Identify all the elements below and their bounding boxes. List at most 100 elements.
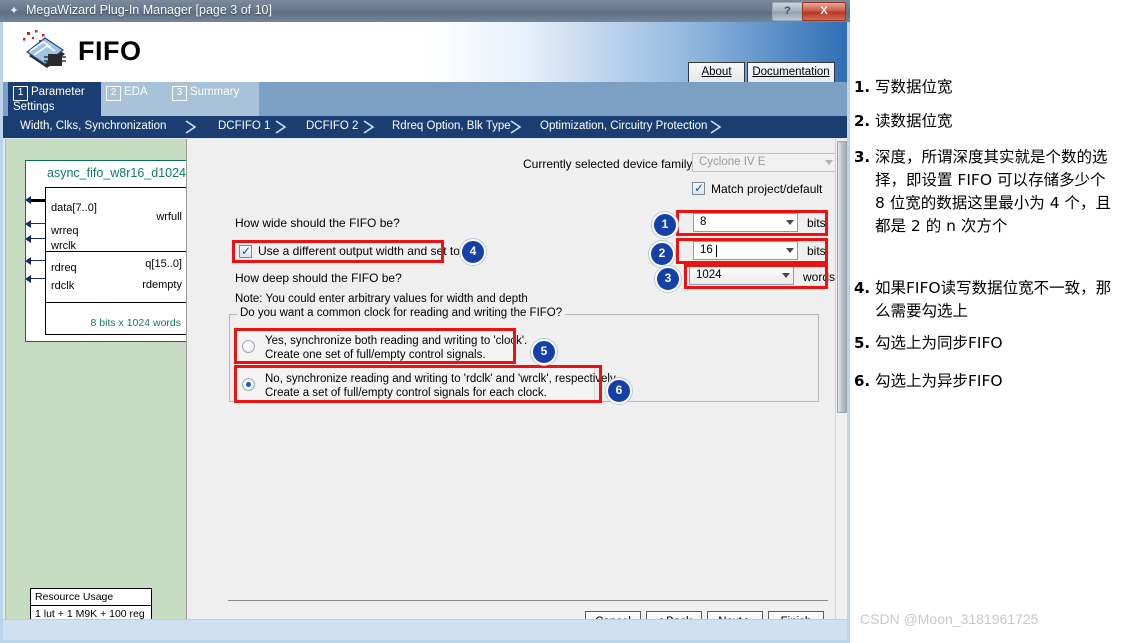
pin-data: data[7..0] bbox=[51, 202, 97, 214]
about-button[interactable]: About bbox=[688, 62, 745, 83]
note-3-text: 深度，所谓深度其实就是个数的选择，即设置 FIFO 可以存储多少个 8 位宽的数… bbox=[875, 148, 1112, 235]
note-6-text: 勾选上为异步FIFO bbox=[875, 372, 1003, 390]
badge-6: 6 bbox=[606, 378, 632, 404]
match-project-label: Match project/default bbox=[711, 182, 823, 196]
chevron-right-icon-4 bbox=[708, 118, 724, 136]
annotation-box-6 bbox=[234, 365, 602, 403]
annotation-box-2 bbox=[676, 238, 828, 264]
chevron-down-icon-device-family bbox=[825, 160, 833, 165]
note-3: 3. 深度，所谓深度其实就是个数的选择，即设置 FIFO 可以存储多少个 8 位… bbox=[854, 146, 1116, 238]
breadcrumb-item-1[interactable]: DCFIFO 1 bbox=[218, 120, 270, 132]
note-5-number: 5. bbox=[854, 334, 871, 352]
tab-number-1: 1 bbox=[13, 86, 28, 101]
arbitrary-values-note: Note: You could enter arbitrary values f… bbox=[235, 293, 528, 305]
annotation-box-1 bbox=[676, 210, 828, 236]
device-family-label: Currently selected device family: bbox=[523, 157, 696, 171]
note-4-number: 4. bbox=[854, 279, 871, 297]
annotation-notes-panel: 1. 写数据位宽 2. 读数据位宽 3. 深度，所谓深度其实就是个数的选择，即设… bbox=[850, 0, 1121, 643]
note-2-number: 2. bbox=[854, 112, 871, 130]
symbol-body: data[7..0] wrreq wrclk wrfull rdreq rdcl… bbox=[45, 187, 189, 335]
window-footer bbox=[3, 619, 847, 641]
megawizard-window: ✦ MegaWizard Plug-In Manager [page 3 of … bbox=[0, 0, 850, 643]
chevron-right-icon-2 bbox=[361, 118, 377, 136]
annotation-box-5 bbox=[234, 328, 516, 364]
fifo-symbol: async_fifo_w8r16_d1024 data[7..0] wrreq … bbox=[25, 160, 206, 342]
annotation-box-3 bbox=[684, 264, 828, 289]
vertical-scrollbar[interactable] bbox=[835, 139, 848, 619]
note-1-number: 1. bbox=[854, 78, 871, 96]
page-title: FIFO bbox=[78, 36, 142, 66]
tab-number-2: 2 bbox=[106, 86, 121, 101]
tab-summary[interactable]: 3 Summary bbox=[167, 82, 259, 116]
watermark: CSDN @Moon_3181961725 bbox=[860, 611, 1039, 627]
note-5-text: 勾选上为同步FIFO bbox=[875, 334, 1003, 352]
product-banner: FIFO About Documentation bbox=[3, 22, 847, 83]
arrow-rdreq-icon bbox=[25, 257, 31, 265]
window-title: MegaWizard Plug-In Manager [page 3 of 10… bbox=[26, 3, 272, 17]
title-bar: ✦ MegaWizard Plug-In Manager [page 3 of … bbox=[0, 0, 850, 23]
symbol-preview-panel: async_fifo_w8r16_d1024 data[7..0] wrreq … bbox=[5, 139, 214, 623]
note-3-number: 3. bbox=[854, 148, 871, 166]
device-family-value: Cyclone IV E bbox=[699, 156, 766, 168]
note-5: 5. 勾选上为同步FIFO bbox=[854, 332, 1116, 355]
depth-question-label: How deep should the FIFO be? bbox=[235, 271, 402, 285]
arrow-rdclk-icon bbox=[25, 275, 31, 283]
match-project-checkbox[interactable]: ✓ bbox=[692, 182, 705, 195]
altera-megafunction-logo-icon bbox=[23, 30, 66, 68]
breadcrumb-item-0[interactable]: Width, Clks, Synchronization bbox=[20, 120, 166, 132]
chevron-right-icon-1 bbox=[273, 118, 289, 136]
note-2: 2. 读数据位宽 bbox=[854, 110, 1116, 133]
width-question-label: How wide should the FIFO be? bbox=[235, 216, 400, 230]
about-label: About bbox=[701, 66, 732, 78]
badge-2: 2 bbox=[649, 241, 675, 267]
annotation-box-4 bbox=[232, 240, 444, 263]
help-button[interactable]: ? bbox=[772, 2, 803, 21]
note-4-text: 如果FIFO读写数据位宽不一致，那么需要勾选上 bbox=[875, 279, 1112, 320]
note-4: 4. 如果FIFO读写数据位宽不一致，那么需要勾选上 bbox=[854, 277, 1116, 323]
chevron-right-icon-3 bbox=[508, 118, 524, 136]
pin-q: q[15..0] bbox=[145, 258, 182, 270]
note-2-text: 读数据位宽 bbox=[875, 112, 953, 130]
tab-label-3: Summary bbox=[190, 86, 240, 98]
arrow-wrreq-icon bbox=[25, 220, 31, 228]
pin-wrreq: wrreq bbox=[51, 225, 79, 237]
chevron-right-icon-0 bbox=[183, 118, 199, 136]
arrow-data-icon bbox=[25, 196, 31, 204]
check-icon-match-project: ✓ bbox=[694, 181, 705, 195]
scrollbar-thumb[interactable] bbox=[837, 141, 848, 413]
wizard-tab-strip: 1 Parameter Settings 2 EDA 3 Summary bbox=[3, 82, 847, 116]
breadcrumb-item-4[interactable]: Optimization, Circuitry Protection bbox=[540, 120, 707, 132]
badge-1: 1 bbox=[652, 212, 678, 238]
documentation-button[interactable]: Documentation bbox=[747, 62, 835, 83]
pin-rdclk: rdclk bbox=[51, 280, 75, 292]
badge-3: 3 bbox=[655, 266, 681, 292]
breadcrumb: Width, Clks, Synchronization DCFIFO 1 DC… bbox=[3, 116, 847, 138]
note-6-number: 6. bbox=[854, 372, 871, 390]
tab-label-2: EDA bbox=[124, 86, 148, 98]
tab-parameter-settings[interactable]: 1 Parameter Settings bbox=[8, 82, 101, 116]
breadcrumb-item-2[interactable]: DCFIFO 2 bbox=[306, 120, 358, 132]
device-family-select[interactable]: Cyclone IV E bbox=[692, 153, 837, 172]
pin-rdempty: rdempty bbox=[142, 279, 182, 291]
symbol-divider-2 bbox=[46, 302, 189, 303]
tab-number-3: 3 bbox=[172, 86, 187, 101]
pin-wrclk: wrclk bbox=[51, 240, 77, 252]
tab-eda[interactable]: 2 EDA bbox=[101, 82, 167, 116]
note-1-text: 写数据位宽 bbox=[875, 78, 953, 96]
badge-4: 4 bbox=[460, 239, 486, 265]
badge-5: 5 bbox=[531, 339, 557, 365]
wizard-wand-icon: ✦ bbox=[9, 5, 19, 17]
note-1: 1. 写数据位宽 bbox=[854, 76, 1116, 99]
note-6: 6. 勾选上为异步FIFO bbox=[854, 370, 1116, 393]
arrow-wrclk-icon bbox=[25, 235, 31, 243]
pin-wrfull: wrfull bbox=[156, 211, 182, 223]
pin-rdreq: rdreq bbox=[51, 262, 77, 274]
symbol-capacity: 8 bits x 1024 words bbox=[90, 317, 181, 329]
symbol-module-name: async_fifo_w8r16_d1024 bbox=[47, 166, 186, 180]
close-button[interactable]: X bbox=[802, 2, 846, 21]
breadcrumb-item-3[interactable]: Rdreq Option, Blk Type bbox=[392, 120, 511, 132]
common-clock-group-title: Do you want a common clock for reading a… bbox=[237, 307, 566, 319]
resource-usage-box: Resource Usage 1 lut + 1 M9K + 100 reg bbox=[30, 588, 152, 623]
footer-divider bbox=[228, 600, 828, 601]
documentation-label: Documentation bbox=[752, 66, 830, 78]
